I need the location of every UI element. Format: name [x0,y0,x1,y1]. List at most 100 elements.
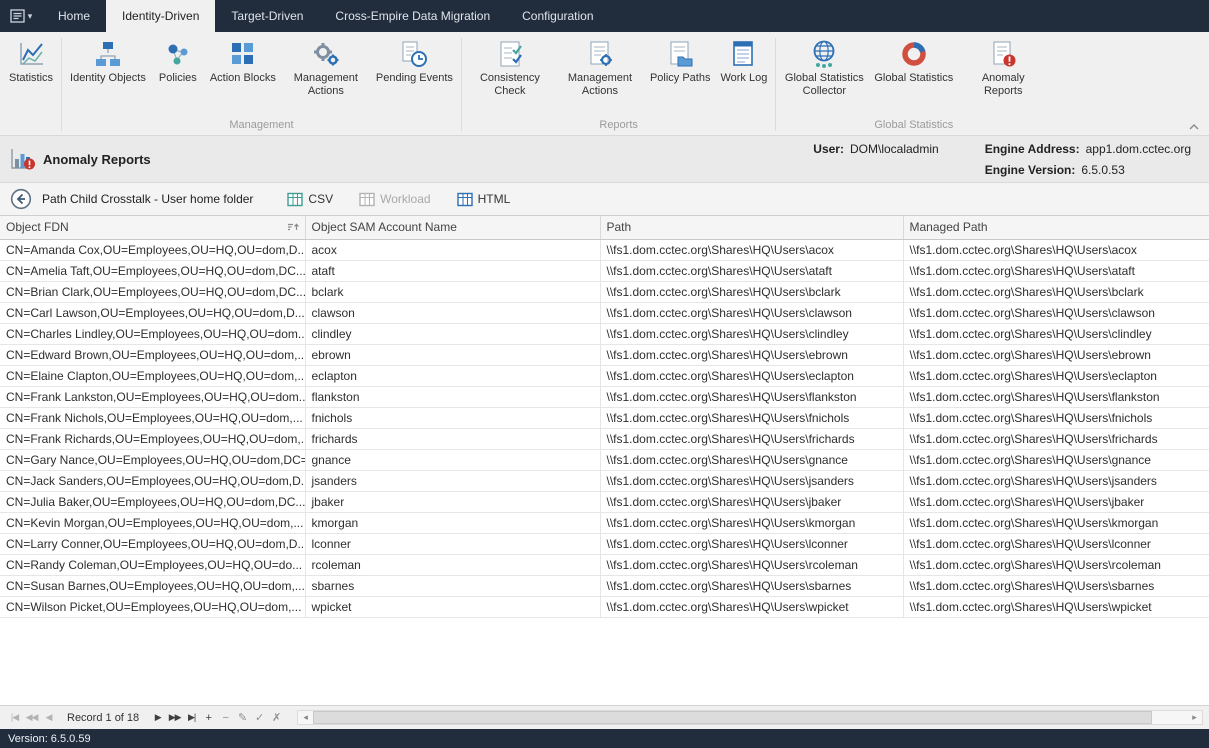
table-row[interactable]: CN=Amanda Cox,OU=Employees,OU=HQ,OU=dom,… [0,239,1209,260]
nav-cancel-button[interactable]: ✗ [268,711,285,724]
statistics-button[interactable]: Statistics [4,34,58,87]
nav-next-button[interactable]: ▶ [149,712,166,723]
engine-version-info: Engine Version:6.5.0.53 [985,163,1191,177]
button-label: Work Log [720,72,767,85]
button-label: Global Statistics [874,72,953,85]
table-row[interactable]: CN=Randy Coleman,OU=Employees,OU=HQ,OU=d… [0,554,1209,575]
cell-path: \\fs1.dom.cctec.org\Shares\HQ\Users\claw… [600,302,903,323]
record-counter: Record 1 of 18 [67,712,139,724]
action-blocks-button[interactable]: Action Blocks [205,34,281,87]
identity-objects-button[interactable]: Identity Objects [65,34,151,87]
nav-delete-button[interactable]: − [217,712,234,724]
cell-managed-path: \\fs1.dom.cctec.org\Shares\HQ\Users\bcla… [903,281,1209,302]
column-header-path[interactable]: Path [600,216,903,239]
scrollbar-track[interactable] [313,711,1187,724]
cell-object-sam-account-name: acox [305,239,600,260]
work-log-button[interactable]: Work Log [715,34,772,87]
sort-ascending-icon [287,222,299,232]
management-actions-report-button[interactable]: Management Actions [555,34,645,100]
document-folder-icon [665,39,695,69]
tab-target-driven[interactable]: Target-Driven [215,0,319,32]
scrollbar-thumb[interactable] [313,711,1152,724]
cell-managed-path: \\fs1.dom.cctec.org\Shares\HQ\Users\clin… [903,323,1209,344]
cell-object-fdn: CN=Wilson Picket,OU=Employees,OU=HQ,OU=d… [0,596,305,617]
record-navigator: |◀ ◀◀ ◀ Record 1 of 18 ▶ ▶▶ ▶| + − ✎ ✓ ✗… [0,705,1209,729]
pending-events-button[interactable]: Pending Events [371,34,458,87]
table-row[interactable]: CN=Edward Brown,OU=Employees,OU=HQ,OU=do… [0,344,1209,365]
anomaly-reports-button[interactable]: Anomaly Reports [958,34,1048,100]
report-title: Path Child Crosstalk - User home folder [42,192,253,206]
column-header-managed-path[interactable]: Managed Path [903,216,1209,239]
table-row[interactable]: CN=Amelia Taft,OU=Employees,OU=HQ,OU=dom… [0,260,1209,281]
ribbon-collapse-button[interactable] [1189,124,1199,130]
engine-version-label: Engine Version: [985,163,1076,177]
global-statistics-collector-button[interactable]: Global Statistics Collector [779,34,869,100]
nav-next-page-button[interactable]: ▶▶ [166,712,183,723]
consistency-check-button[interactable]: Consistency Check [465,34,555,100]
table-row[interactable]: CN=Brian Clark,OU=Employees,OU=HQ,OU=dom… [0,281,1209,302]
button-label: Workload [380,192,430,206]
column-header-object-fdn[interactable]: Object FDN [0,216,305,239]
cell-managed-path: \\fs1.dom.cctec.org\Shares\HQ\Users\jbak… [903,491,1209,512]
tab-identity-driven[interactable]: Identity-Driven [106,0,215,32]
table-row[interactable]: CN=Jack Sanders,OU=Employees,OU=HQ,OU=do… [0,470,1209,491]
cell-path: \\fs1.dom.cctec.org\Shares\HQ\Users\fnic… [600,407,903,428]
table-row[interactable]: CN=Frank Lankston,OU=Employees,OU=HQ,OU=… [0,386,1209,407]
export-html-button[interactable]: HTML [449,189,519,210]
management-actions-button[interactable]: Management Actions [281,34,371,100]
table-row[interactable]: CN=Frank Nichols,OU=Employees,OU=HQ,OU=d… [0,407,1209,428]
app-menu-icon [10,9,25,23]
table-row[interactable]: CN=Elaine Clapton,OU=Employees,OU=HQ,OU=… [0,365,1209,386]
scroll-left-icon[interactable]: ◂ [298,711,313,724]
tab-label: Configuration [522,9,593,23]
cell-object-sam-account-name: eclapton [305,365,600,386]
global-statistics-button[interactable]: Global Statistics [869,34,958,87]
ribbon-group-statistics: Statistics [4,34,58,135]
table-row[interactable]: CN=Charles Lindley,OU=Employees,OU=HQ,OU… [0,323,1209,344]
table-row[interactable]: CN=Julia Baker,OU=Employees,OU=HQ,OU=dom… [0,491,1209,512]
table-row[interactable]: CN=Susan Barnes,OU=Employees,OU=HQ,OU=do… [0,575,1209,596]
csv-icon [287,192,303,207]
scroll-right-icon[interactable]: ▸ [1187,711,1202,724]
spacer [813,163,938,177]
policy-paths-button[interactable]: Policy Paths [645,34,716,87]
table-row[interactable]: CN=Frank Richards,OU=Employees,OU=HQ,OU=… [0,428,1209,449]
log-document-icon [729,39,759,69]
tab-home[interactable]: Home [42,0,106,32]
ribbon-group-label: Management [65,118,458,135]
app-menu-button[interactable]: ▾ [0,0,42,32]
column-header-object-sam-account-name[interactable]: Object SAM Account Name [305,216,600,239]
table-row[interactable]: CN=Wilson Picket,OU=Employees,OU=HQ,OU=d… [0,596,1209,617]
table-row[interactable]: CN=Carl Lawson,OU=Employees,OU=HQ,OU=dom… [0,302,1209,323]
engine-address-label: Engine Address: [985,142,1080,156]
ribbon-group-reports: Consistency Check Management Actions Pol… [465,34,772,135]
tab-configuration[interactable]: Configuration [506,0,609,32]
nav-edit-button[interactable]: ✎ [234,711,251,724]
nav-prev-button[interactable]: ◀ [40,712,57,723]
button-label: Pending Events [376,72,453,85]
cell-managed-path: \\fs1.dom.cctec.org\Shares\HQ\Users\flan… [903,386,1209,407]
tab-cross-empire-data-migration[interactable]: Cross-Empire Data Migration [319,0,506,32]
info-bar: Anomaly Reports User:DOM\localadmin Engi… [0,136,1209,183]
horizontal-scrollbar[interactable]: ◂ ▸ [297,710,1203,725]
table-row[interactable]: CN=Larry Conner,OU=Employees,OU=HQ,OU=do… [0,533,1209,554]
export-workload-button[interactable]: Workload [351,189,438,210]
nav-prev-page-button[interactable]: ◀◀ [23,712,40,723]
cell-object-fdn: CN=Brian Clark,OU=Employees,OU=HQ,OU=dom… [0,281,305,302]
nav-append-button[interactable]: + [200,712,217,724]
export-csv-button[interactable]: CSV [279,189,341,210]
ribbon-group-buttons: Identity Objects Policies Action Blocks … [65,34,458,118]
cell-object-sam-account-name: clawson [305,302,600,323]
policies-button[interactable]: Policies [151,34,205,87]
table-row[interactable]: CN=Gary Nance,OU=Employees,OU=HQ,OU=dom,… [0,449,1209,470]
cell-managed-path: \\fs1.dom.cctec.org\Shares\HQ\Users\acox [903,239,1209,260]
cell-object-sam-account-name: fnichols [305,407,600,428]
user-info: User:DOM\localadmin [813,142,938,156]
nav-first-button[interactable]: |◀ [6,712,23,723]
table-row[interactable]: CN=Kevin Morgan,OU=Employees,OU=HQ,OU=do… [0,512,1209,533]
nav-post-button[interactable]: ✓ [251,711,268,724]
cell-object-sam-account-name: wpicket [305,596,600,617]
nav-last-button[interactable]: ▶| [183,712,200,723]
status-bar: Version: 6.5.0.59 [0,729,1209,748]
back-button[interactable] [10,188,32,210]
